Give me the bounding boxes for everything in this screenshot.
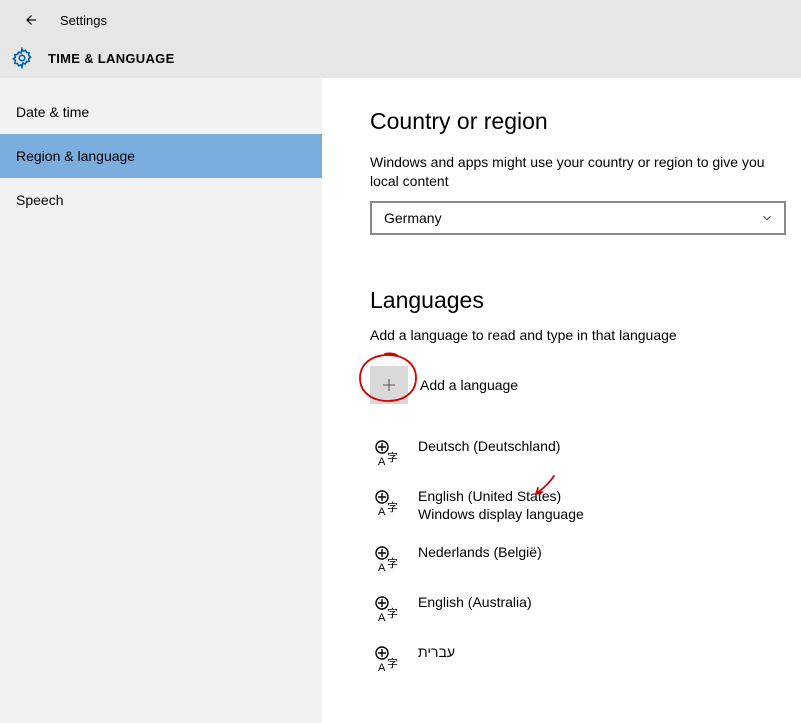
language-icon: A字 — [370, 645, 402, 673]
language-name: English (United States) — [418, 487, 584, 505]
svg-text:字: 字 — [387, 656, 398, 670]
language-name: עברית — [418, 643, 455, 661]
sidebar-item-speech[interactable]: Speech — [0, 178, 322, 222]
country-desc: Windows and apps might use your country … — [370, 153, 780, 191]
svg-text:字: 字 — [387, 500, 398, 514]
sidebar: Date & time Region & language Speech — [0, 78, 322, 723]
svg-text:A: A — [378, 456, 386, 467]
country-heading: Country or region — [370, 108, 801, 135]
language-item-deutsch[interactable]: A字 Deutsch (Deutschland) — [370, 427, 801, 477]
language-item-english-us[interactable]: A字 English (United States) Windows displ… — [370, 477, 801, 533]
arrow-left-icon — [21, 11, 39, 29]
language-item-nederlands[interactable]: A字 Nederlands (België) — [370, 533, 801, 583]
section-name: TIME & LANGUAGE — [48, 51, 175, 66]
sidebar-item-label: Region & language — [16, 148, 135, 164]
svg-text:字: 字 — [387, 606, 398, 620]
country-select[interactable]: Germany — [370, 201, 786, 235]
back-button[interactable] — [18, 8, 42, 32]
svg-text:A: A — [378, 662, 386, 673]
content-pane: Country or region Windows and apps might… — [322, 78, 801, 723]
country-value: Germany — [384, 210, 442, 226]
add-language-label: Add a language — [420, 377, 518, 393]
main-layout: Date & time Region & language Speech Cou… — [0, 78, 801, 723]
svg-text:A: A — [378, 506, 386, 517]
app-title: Settings — [60, 13, 107, 28]
svg-text:A: A — [378, 612, 386, 623]
language-list: Add a language A字 Deutsch (Deutschland) … — [370, 363, 801, 683]
sidebar-item-label: Date & time — [16, 104, 89, 120]
language-icon: A字 — [370, 439, 402, 467]
plus-icon — [380, 376, 398, 394]
language-name: Deutsch (Deutschland) — [418, 437, 560, 455]
add-language-button[interactable]: Add a language — [370, 363, 801, 407]
language-icon: A字 — [370, 545, 402, 573]
sidebar-item-label: Speech — [16, 192, 63, 208]
app-header: Settings TIME & LANGUAGE — [0, 0, 801, 78]
sidebar-item-date-time[interactable]: Date & time — [0, 90, 322, 134]
language-item-english-au[interactable]: A字 English (Australia) — [370, 583, 801, 633]
header-top: Settings — [0, 0, 801, 32]
languages-heading: Languages — [370, 287, 801, 314]
chevron-down-icon — [760, 211, 774, 225]
svg-text:字: 字 — [387, 450, 398, 464]
languages-desc: Add a language to read and type in that … — [370, 326, 780, 345]
svg-text:A: A — [378, 562, 386, 573]
language-name: English (Australia) — [418, 593, 532, 611]
section-header: TIME & LANGUAGE — [0, 32, 801, 76]
sidebar-item-region-language[interactable]: Region & language — [0, 134, 322, 178]
gear-icon — [10, 46, 34, 70]
language-name: Nederlands (België) — [418, 543, 542, 561]
language-item-hebrew[interactable]: A字 עברית — [370, 633, 801, 683]
plus-tile — [370, 366, 408, 404]
svg-text:字: 字 — [387, 556, 398, 570]
language-sub: Windows display language — [418, 505, 584, 523]
language-icon: A字 — [370, 595, 402, 623]
language-icon: A字 — [370, 489, 402, 517]
